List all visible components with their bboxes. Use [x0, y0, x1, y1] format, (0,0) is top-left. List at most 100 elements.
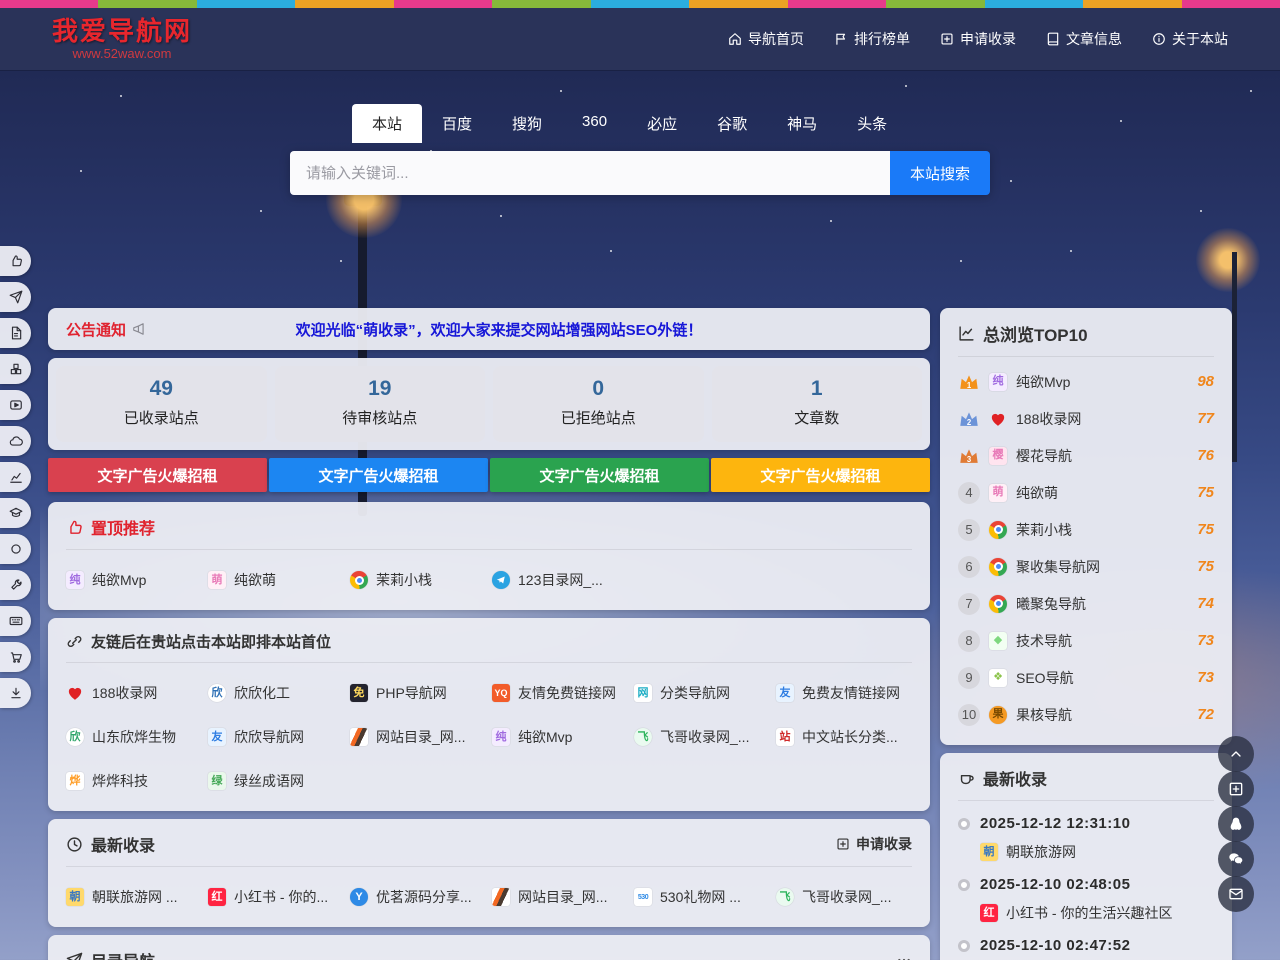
strip-segment	[689, 0, 787, 8]
site-link[interactable]: 飞飞哥收录网_...	[776, 887, 912, 907]
top10-row[interactable]: 8◆技术导航73	[958, 622, 1214, 659]
search-tab-谷歌[interactable]: 谷歌	[697, 104, 767, 143]
strip-segment	[886, 0, 984, 8]
site-link[interactable]: 飞飞哥收录网_...	[634, 727, 770, 747]
strip-segment	[1182, 0, 1280, 8]
more-options-icon[interactable]	[896, 952, 912, 960]
stat-cell[interactable]: 49已收录站点	[56, 366, 267, 442]
site-link[interactable]: 网站目录_网...	[492, 887, 628, 907]
site-link[interactable]: 欣山东欣烨生物	[66, 727, 202, 747]
top10-row[interactable]: 10果果核导航72	[958, 696, 1214, 733]
site-link[interactable]: 纯纯欲Mvp	[492, 727, 628, 747]
site-favicon: 朝	[66, 888, 84, 906]
nav-item-5[interactable]: 关于本站	[1152, 29, 1228, 49]
float-qq-button[interactable]	[1218, 806, 1254, 842]
apply-inclusion-link[interactable]: 申请收录	[836, 834, 912, 854]
ad-banner-3[interactable]: 文字广告火爆招租	[490, 458, 709, 492]
top10-row[interactable]: 5茉莉小栈75	[958, 511, 1214, 548]
site-favicon: 樱	[989, 447, 1007, 465]
top10-row[interactable]: 3樱樱花导航76	[958, 437, 1214, 474]
nav-item-4[interactable]: 文章信息	[1046, 29, 1122, 49]
ad-banner-1[interactable]: 文字广告火爆招租	[48, 458, 267, 492]
search-tab-头条[interactable]: 头条	[837, 104, 907, 143]
timeline-site-link[interactable]: 朝朝联旅游网	[980, 842, 1214, 862]
site-link[interactable]: 红小红书 - 你的...	[208, 887, 344, 907]
site-link[interactable]: 530530礼物网 ...	[634, 887, 770, 907]
dock-cart-button[interactable]	[0, 642, 31, 672]
ad-banner-4[interactable]: 文字广告火爆招租	[711, 458, 930, 492]
dock-circle-button[interactable]	[0, 534, 31, 564]
dock-cloud-button[interactable]	[0, 426, 31, 456]
site-link[interactable]: YQ友情免费链接网	[492, 683, 628, 703]
top10-row[interactable]: 4萌纯欲萌75	[958, 474, 1214, 511]
top10-row[interactable]: 7曦聚兔导航74	[958, 585, 1214, 622]
search-button[interactable]: 本站搜索	[890, 151, 990, 195]
site-link[interactable]: 绿绿丝成语网	[208, 771, 344, 791]
site-link[interactable]: 站中文站长分类...	[776, 727, 912, 747]
site-link[interactable]: Y优茗源码分享...	[350, 887, 486, 907]
site-link[interactable]: 123目录网_...	[492, 570, 628, 590]
dock-cubes-button[interactable]	[0, 354, 31, 384]
site-link[interactable]: 友免费友情链接网	[776, 683, 912, 703]
timeline-site-link[interactable]: 红小红书 - 你的生活兴趣社区	[980, 903, 1214, 923]
search-tab-360[interactable]: 360	[562, 104, 627, 143]
info-icon	[1152, 32, 1166, 46]
site-link[interactable]: 烨烨烨科技	[66, 771, 202, 791]
float-chevron-up-button[interactable]	[1218, 736, 1254, 772]
site-link[interactable]: 朝朝联旅游网 ...	[66, 887, 202, 907]
site-name: 小红书 - 你的生活兴趣社区	[1006, 903, 1172, 923]
site-link[interactable]: 纯纯欲Mvp	[66, 570, 202, 590]
search-tab-神马[interactable]: 神马	[767, 104, 837, 143]
site-link[interactable]: 欣欣欣化工	[208, 683, 344, 703]
top10-row[interactable]: 2188收录网77	[958, 400, 1214, 437]
site-link[interactable]: 免PHP导航网	[350, 683, 486, 703]
float-mail-button[interactable]	[1218, 876, 1254, 912]
timeline-timestamp: 2025-12-12 12:31:10	[980, 815, 1130, 832]
dock-keyboard-button[interactable]	[0, 606, 31, 636]
dock-graduation-cap-button[interactable]	[0, 498, 31, 528]
nav-item-3[interactable]: 申请收录	[940, 29, 1016, 49]
nav-item-1[interactable]: 导航首页	[728, 29, 804, 49]
search-input[interactable]	[290, 151, 890, 195]
site-favicon: 绿	[208, 772, 226, 790]
float-wechat-button[interactable]	[1218, 841, 1254, 877]
site-link[interactable]: 茉莉小栈	[350, 570, 486, 590]
search-tab-本站[interactable]: 本站	[352, 104, 422, 143]
search-bar: 本站搜索	[290, 151, 990, 195]
site-link[interactable]: 188收录网	[66, 683, 202, 703]
site-favicon: 飞	[776, 888, 794, 906]
dock-wrench-button[interactable]	[0, 570, 31, 600]
stat-cell[interactable]: 0已拒绝站点	[493, 366, 704, 442]
top10-row[interactable]: 1纯纯欲Mvp98	[958, 363, 1214, 400]
site-name: 纯欲Mvp	[92, 570, 146, 590]
site-link[interactable]: 萌纯欲萌	[208, 570, 344, 590]
dock-video-button[interactable]	[0, 390, 31, 420]
pinned-site-list: 纯纯欲Mvp 萌纯欲萌茉莉小栈 123目录网_...	[66, 570, 912, 590]
nav-item-2[interactable]: 排行榜单	[834, 29, 910, 49]
dock-paper-plane-button[interactable]	[0, 282, 31, 312]
dock-download-button[interactable]	[0, 678, 31, 708]
search-tab-百度[interactable]: 百度	[422, 104, 492, 143]
search-tab-必应[interactable]: 必应	[627, 104, 697, 143]
stat-cell[interactable]: 19待审核站点	[275, 366, 486, 442]
megaphone-icon	[132, 322, 146, 336]
dock-thumbs-up-button[interactable]	[0, 246, 31, 276]
site-link[interactable]: 网分类导航网	[634, 683, 770, 703]
stat-cell[interactable]: 1文章数	[712, 366, 923, 442]
timeline-dot-icon	[958, 940, 970, 952]
site-link[interactable]: 友欣欣导航网	[208, 727, 344, 747]
site-logo[interactable]: 我爱导航网 www.52waw.com	[52, 17, 192, 62]
announcement-text[interactable]: 欢迎光临“萌收录”，欢迎大家来提交网站增强网站SEO外链！	[146, 319, 912, 340]
dock-chart-line-button[interactable]	[0, 462, 31, 492]
top10-row[interactable]: 6聚收集导航网75	[958, 548, 1214, 585]
search-tab-搜狗[interactable]: 搜狗	[492, 104, 562, 143]
top10-site-name: 纯欲Mvp	[1016, 372, 1188, 392]
stat-value: 49	[56, 377, 267, 401]
top10-row[interactable]: 9❖SEO导航73	[958, 659, 1214, 696]
site-favicon	[350, 728, 368, 746]
dock-file-button[interactable]	[0, 318, 31, 348]
ad-banner-2[interactable]: 文字广告火爆招租	[269, 458, 488, 492]
float-plus-square-button[interactable]	[1218, 771, 1254, 807]
announcement-label: 公告通知	[66, 319, 126, 340]
site-link[interactable]: 网站目录_网...	[350, 727, 486, 747]
